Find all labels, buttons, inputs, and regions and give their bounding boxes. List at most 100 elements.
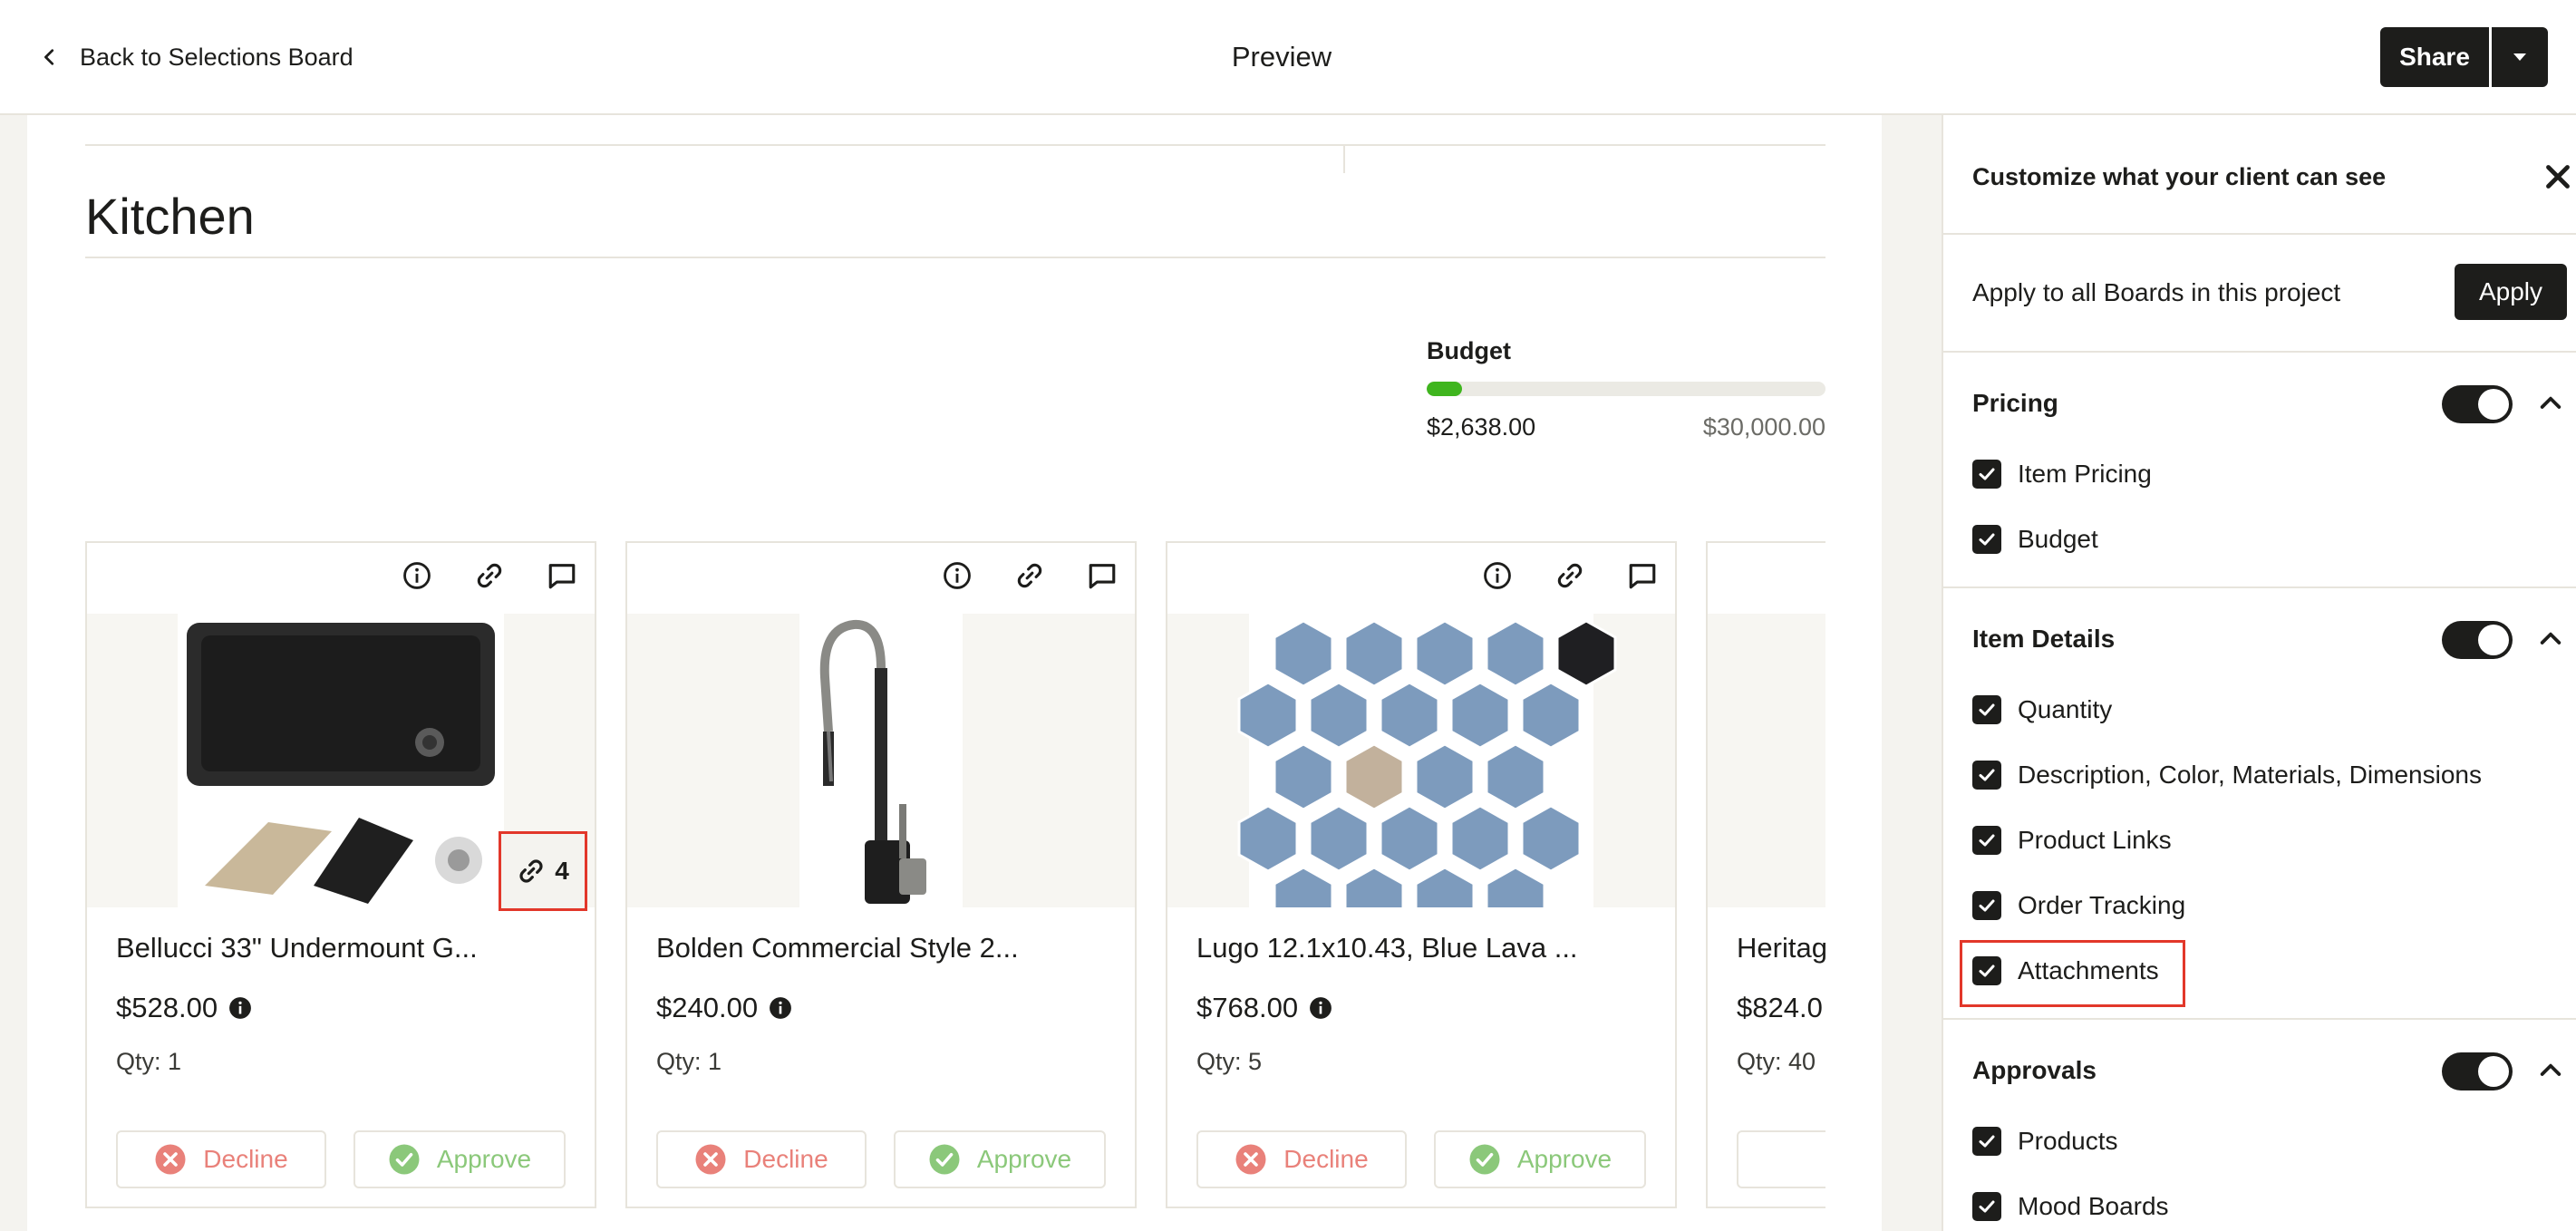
info-icon[interactable] bbox=[1477, 556, 1517, 596]
option-mood-boards[interactable]: Mood Boards bbox=[1972, 1188, 2169, 1225]
info-icon[interactable] bbox=[397, 556, 437, 596]
link-icon[interactable] bbox=[1550, 556, 1590, 596]
comment-icon[interactable] bbox=[542, 556, 582, 596]
link-icon[interactable] bbox=[1010, 556, 1050, 596]
share-button-group: Share bbox=[2380, 27, 2548, 87]
attachments-highlight-box bbox=[1960, 940, 2185, 1007]
info-icon[interactable] bbox=[228, 996, 252, 1020]
section-pricing: Pricing Item Pricing Budget bbox=[1943, 353, 2576, 588]
approve-label: Approve bbox=[1516, 1145, 1612, 1173]
product-name[interactable]: Heritag bbox=[1737, 927, 1825, 969]
product-card[interactable]: Lugo 12.1x10.43, Blue Lava ... $768.00 Q… bbox=[1166, 541, 1677, 1208]
product-price: $240.00 bbox=[656, 987, 792, 1029]
product-price: $528.00 bbox=[116, 987, 252, 1029]
header-divider bbox=[85, 144, 1825, 173]
budget-widget: Budget $2,638.00 $30,000.00 bbox=[1427, 333, 1825, 445]
checkbox[interactable] bbox=[1972, 891, 2001, 920]
budget-label: Budget bbox=[1427, 337, 1511, 364]
option-label: Description, Color, Materials, Dimension… bbox=[2018, 761, 2482, 789]
back-to-selections-link[interactable]: Back to Selections Board bbox=[40, 36, 353, 78]
option-quantity[interactable]: Quantity bbox=[1972, 692, 2112, 728]
caret-down-icon bbox=[2513, 53, 2526, 61]
approve-button[interactable]: Approve bbox=[1434, 1130, 1646, 1188]
close-icon[interactable] bbox=[2542, 160, 2574, 193]
budget-total: $30,000.00 bbox=[1702, 413, 1825, 441]
budget-progress-bar bbox=[1427, 382, 1825, 396]
budget-progress-fill bbox=[1427, 382, 1462, 396]
chevron-up-icon[interactable] bbox=[2536, 625, 2565, 654]
decline-button[interactable] bbox=[1737, 1130, 1825, 1188]
back-link-label: Back to Selections Board bbox=[80, 43, 353, 71]
chevron-left-icon bbox=[44, 49, 54, 65]
checkbox[interactable] bbox=[1972, 525, 2001, 554]
option-products[interactable]: Products bbox=[1972, 1123, 2118, 1159]
approve-button[interactable]: Approve bbox=[894, 1130, 1106, 1188]
option-description[interactable]: Description, Color, Materials, Dimension… bbox=[1972, 757, 2482, 793]
product-card[interactable]: Heritag $824.0 Qty: 40 bbox=[1706, 541, 1825, 1208]
check-icon bbox=[1979, 899, 1995, 912]
share-options-button[interactable] bbox=[2492, 27, 2548, 87]
section-title: Pricing bbox=[1972, 389, 2058, 417]
link-icon[interactable] bbox=[470, 556, 509, 596]
product-card-list: 4 Bellucci 33" Undermount G... $528.00 Q… bbox=[85, 541, 1825, 1212]
option-order-tracking[interactable]: Order Tracking bbox=[1972, 887, 2185, 924]
apply-all-text: Apply to all Boards in this project bbox=[1972, 278, 2341, 306]
item-details-toggle[interactable] bbox=[2442, 621, 2513, 659]
decline-label: Decline bbox=[1283, 1145, 1369, 1173]
checkbox[interactable] bbox=[1972, 460, 2001, 489]
check-icon bbox=[1979, 533, 1995, 546]
option-label: Product Links bbox=[2018, 826, 2172, 854]
decline-button[interactable]: Decline bbox=[656, 1130, 867, 1188]
price-value: $240.00 bbox=[656, 992, 759, 1023]
product-image-tile[interactable] bbox=[1167, 614, 1675, 907]
chevron-up-icon[interactable] bbox=[2536, 1056, 2565, 1085]
decline-label: Decline bbox=[743, 1145, 828, 1173]
checkbox[interactable] bbox=[1972, 1127, 2001, 1156]
checkbox[interactable] bbox=[1972, 695, 2001, 724]
product-name[interactable]: Bolden Commercial Style 2... bbox=[656, 927, 1119, 969]
check-icon bbox=[1979, 1135, 1995, 1148]
share-button[interactable]: Share bbox=[2380, 27, 2489, 87]
product-card[interactable]: Bolden Commercial Style 2... $240.00 Qty… bbox=[625, 541, 1137, 1208]
product-image[interactable] bbox=[1708, 614, 1825, 907]
chevron-up-icon[interactable] bbox=[2536, 389, 2565, 418]
option-item-pricing[interactable]: Item Pricing bbox=[1972, 456, 2152, 492]
check-icon bbox=[1979, 468, 1995, 480]
budget-spent: $2,638.00 bbox=[1427, 413, 1536, 441]
decline-button[interactable]: Decline bbox=[116, 1130, 326, 1188]
approvals-toggle[interactable] bbox=[2442, 1052, 2513, 1090]
pricing-toggle[interactable] bbox=[2442, 385, 2513, 423]
info-icon[interactable] bbox=[769, 996, 792, 1020]
checkbox[interactable] bbox=[1972, 1192, 2001, 1221]
option-label: Budget bbox=[2018, 525, 2098, 553]
product-name[interactable]: Lugo 12.1x10.43, Blue Lava ... bbox=[1196, 927, 1659, 969]
option-product-links[interactable]: Product Links bbox=[1972, 822, 2172, 858]
attachments-badge[interactable]: 4 bbox=[499, 831, 587, 911]
apply-button[interactable]: Apply bbox=[2455, 264, 2567, 320]
comment-icon[interactable] bbox=[1622, 556, 1662, 596]
product-card[interactable]: 4 Bellucci 33" Undermount G... $528.00 Q… bbox=[85, 541, 596, 1208]
option-label: Item Pricing bbox=[2018, 460, 2152, 488]
panel-title: Customize what your client can see bbox=[1972, 163, 2387, 190]
paperclip-icon bbox=[519, 859, 543, 883]
comment-icon[interactable] bbox=[1082, 556, 1122, 596]
price-value: $528.00 bbox=[116, 992, 218, 1023]
decline-button[interactable]: Decline bbox=[1196, 1130, 1407, 1188]
product-image-faucet[interactable] bbox=[627, 614, 1135, 907]
check-circle-icon bbox=[929, 1144, 960, 1175]
room-title: Kitchen bbox=[85, 188, 255, 245]
check-icon bbox=[1979, 703, 1995, 716]
check-icon bbox=[1979, 834, 1995, 847]
approve-button[interactable]: Approve bbox=[353, 1130, 566, 1188]
info-icon[interactable] bbox=[937, 556, 977, 596]
x-circle-icon bbox=[695, 1144, 726, 1175]
product-quantity: Qty: 1 bbox=[116, 1048, 182, 1075]
checkbox[interactable] bbox=[1972, 761, 2001, 790]
checkbox[interactable] bbox=[1972, 826, 2001, 855]
product-quantity: Qty: 5 bbox=[1196, 1048, 1263, 1075]
option-budget[interactable]: Budget bbox=[1972, 521, 2098, 557]
info-icon[interactable] bbox=[1309, 996, 1332, 1020]
product-name[interactable]: Bellucci 33" Undermount G... bbox=[116, 927, 578, 969]
price-value: $768.00 bbox=[1196, 992, 1299, 1023]
option-label: Mood Boards bbox=[2018, 1192, 2169, 1220]
